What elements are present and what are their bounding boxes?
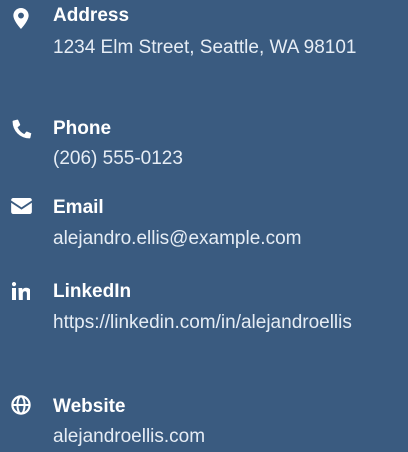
email-link-text[interactable]: alejandro.ellis@example.com [53, 228, 301, 249]
map-pin-icon [10, 7, 32, 29]
contact-label-address: Address [53, 5, 130, 26]
linkedin-icon [10, 280, 32, 302]
address-value: 1234 Elm Street, Seattle, WA 98101 [53, 37, 357, 58]
linkedin-link-text[interactable]: https://linkedin.com/in/alejandroellis [53, 312, 352, 333]
phone-icon [10, 117, 32, 139]
globe-icon [10, 394, 32, 416]
linkedin-link[interactable]: https://linkedin.com/in/alejandroellis [53, 308, 401, 338]
contact-label-phone: Phone [53, 118, 112, 139]
contact-label-website: Website [53, 396, 126, 417]
phone-value: (206) 555-0123 [53, 148, 183, 169]
website-link[interactable]: alejandroellis.com [53, 422, 401, 452]
contact-list: Address 1234 Elm Street, Seattle, WA 981… [0, 0, 408, 450]
contact-label-linkedin: LinkedIn [53, 281, 132, 302]
envelope-icon [10, 195, 32, 217]
website-link-text[interactable]: alejandroellis.com [53, 426, 205, 447]
contact-label-email: Email [53, 197, 104, 218]
email-link[interactable]: alejandro.ellis@example.com [53, 224, 401, 254]
